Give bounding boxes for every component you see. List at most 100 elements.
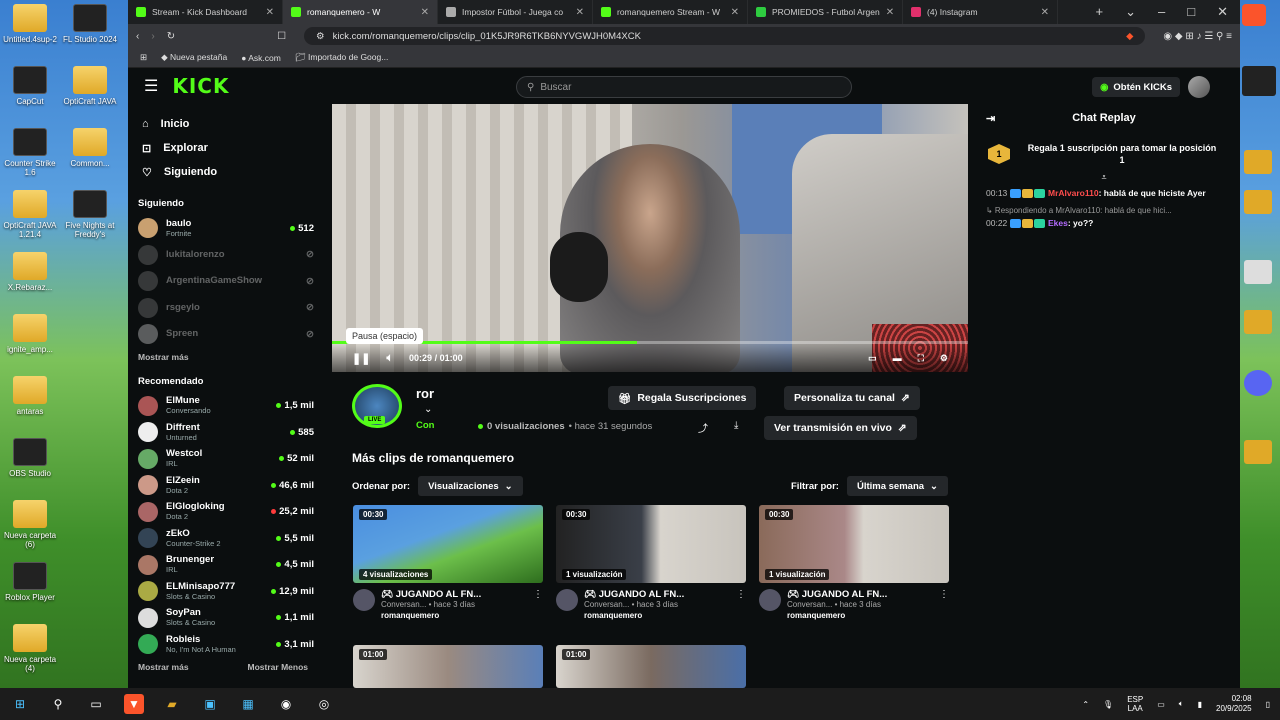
- clip-author[interactable]: romanquemero: [381, 610, 481, 621]
- clip-thumbnail[interactable]: 01:00: [353, 645, 543, 688]
- reload-icon[interactable]: ↻: [167, 31, 175, 42]
- channel-item[interactable]: ArgentinaGameShow ⊘: [138, 268, 314, 295]
- channel-item[interactable]: SoyPan Slots & Casino 1,1 mil: [138, 605, 314, 632]
- tab-search-icon[interactable]: ⌄: [1125, 4, 1136, 20]
- desktop-icon[interactable]: antaras: [0, 376, 60, 416]
- folder-icon[interactable]: [1244, 190, 1272, 214]
- filter-dropdown[interactable]: Última semana ⌄: [846, 476, 948, 496]
- site-info-icon[interactable]: ⚙: [316, 31, 325, 42]
- more-options-icon[interactable]: ⋮: [939, 589, 949, 621]
- folder-icon[interactable]: [1244, 310, 1272, 334]
- url-bar[interactable]: ⚙ kick.com/romanquemero/clips/clip_01K5J…: [304, 27, 1146, 45]
- desktop-icon[interactable]: Nueva carpeta (4): [0, 624, 60, 673]
- close-tab-icon[interactable]: ✕: [731, 7, 739, 18]
- clip-title[interactable]: 🎮︎ JUGANDO AL FN...: [381, 589, 481, 600]
- chrome-icon[interactable]: ◉: [276, 694, 296, 714]
- language-indicator[interactable]: ESP LAA: [1127, 695, 1143, 713]
- display-icon[interactable]: ▭: [1157, 700, 1165, 709]
- customize-channel-button[interactable]: Personaliza tu canal ⇗: [784, 386, 920, 410]
- show-more-button[interactable]: Mostrar más: [138, 662, 189, 672]
- discord-icon[interactable]: [1244, 370, 1272, 396]
- clip-card[interactable]: 01:00: [353, 645, 543, 688]
- desktop-icon[interactable]: Counter Strike 1.6: [0, 128, 60, 177]
- expand-icon[interactable]: ⩡: [976, 172, 1232, 183]
- channel-item[interactable]: zEkO Counter-Strike 2 5,5 mil: [138, 525, 314, 552]
- nav-siguiendo[interactable]: ♡ Siguiendo: [138, 160, 314, 184]
- pause-icon[interactable]: ❚❚: [352, 352, 370, 365]
- channel-name[interactable]: ror: [416, 386, 434, 401]
- pip-icon[interactable]: ▭: [868, 353, 877, 364]
- channel-item[interactable]: ELMinisapo777 Slots & Casino 12,9 mil: [138, 578, 314, 605]
- browser-tab[interactable]: romanquemero Stream - W ✕: [593, 0, 748, 24]
- desktop-icon[interactable]: FL Studio 2024: [60, 4, 120, 44]
- file-icon[interactable]: [1244, 260, 1272, 284]
- desktop-icon[interactable]: OptiCraft JAVA 1.21.4: [0, 190, 60, 239]
- desktop-icon[interactable]: ignite_amp...: [0, 314, 60, 354]
- download-icon[interactable]: ⤓: [734, 420, 738, 431]
- epic-games-icon[interactable]: [1242, 66, 1276, 96]
- close-tab-icon[interactable]: ✕: [421, 7, 429, 18]
- clip-author-avatar[interactable]: [759, 589, 781, 611]
- desktop-icon[interactable]: Five Nights at Freddy's: [60, 190, 120, 239]
- menu-icon[interactable]: ☰: [144, 76, 158, 96]
- browser-tab[interactable]: romanquemero - W ✕: [283, 0, 438, 24]
- share-icon[interactable]: ⤴: [698, 420, 708, 435]
- volume-icon[interactable]: 🔈︎: [386, 352, 393, 365]
- desktop-icon[interactable]: Roblox Player: [0, 562, 60, 602]
- brave-shield-icon[interactable]: ◆: [1126, 31, 1133, 42]
- gift-leaderboard[interactable]: 1 Regala 1 suscripción para tomar la pos…: [976, 132, 1232, 176]
- channel-item[interactable]: ElGlogloking Dota 2 25,2 mil: [138, 499, 314, 526]
- channel-item[interactable]: baulo Fortnite 512: [138, 215, 314, 242]
- user-avatar[interactable]: [1188, 76, 1210, 98]
- notification-icon[interactable]: ▯: [1266, 700, 1270, 709]
- desktop-icon[interactable]: OBS Studio: [0, 438, 60, 478]
- desktop-icon[interactable]: Common...: [60, 128, 120, 168]
- collapse-chat-icon[interactable]: ⇥: [986, 112, 995, 125]
- settings-icon[interactable]: ⚙: [940, 353, 948, 364]
- extensions-icon[interactable]: ◉ ◆ ⊞ ♪ ☰ ⚲ ≡: [1163, 31, 1232, 42]
- channel-item[interactable]: Robleis No, I'm Not A Human 3,1 mil: [138, 631, 314, 658]
- brave-taskbar-icon[interactable]: ▼: [124, 694, 144, 714]
- channel-item[interactable]: lukitalorenzo ⊘: [138, 242, 314, 269]
- desktop-icon[interactable]: OptiCraft JAVA: [60, 66, 120, 106]
- channel-item[interactable]: Brunenger IRL 4,5 mil: [138, 552, 314, 579]
- task-view-icon[interactable]: ▭: [86, 694, 106, 714]
- close-tab-icon[interactable]: ✕: [266, 7, 274, 18]
- watch-live-button[interactable]: Ver transmisión en vivo ⇗: [764, 416, 917, 440]
- forward-icon[interactable]: ›: [151, 31, 154, 42]
- clip-card[interactable]: 01:00: [556, 645, 746, 688]
- clip-card[interactable]: 00:30 1 visualización 🎮︎ JUGANDO AL FN... C…: [759, 505, 949, 621]
- channel-item[interactable]: Diffrent Unturned 585: [138, 419, 314, 446]
- close-tab-icon[interactable]: ✕: [576, 7, 584, 18]
- desktop-icon[interactable]: X.Rebaraz...: [0, 252, 60, 292]
- desktop-icon[interactable]: CapCut: [0, 66, 60, 106]
- browser-tab[interactable]: Stream - Kick Dashboard ✕: [128, 0, 283, 24]
- battery-icon[interactable]: ▮: [1198, 700, 1202, 709]
- clock[interactable]: 02:08 20/9/2025: [1216, 694, 1252, 714]
- calculator-icon[interactable]: ▦: [238, 694, 258, 714]
- channel-item[interactable]: Westcol IRL 52 mil: [138, 446, 314, 473]
- clip-thumbnail[interactable]: 01:00: [556, 645, 746, 688]
- browser-tab[interactable]: Impostor Fútbol - Juega co ✕: [438, 0, 593, 24]
- minimize-icon[interactable]: –: [1158, 4, 1165, 20]
- get-kicks-button[interactable]: ◉ Obtén KICKs: [1092, 77, 1180, 97]
- speaker-icon[interactable]: 🔈︎: [1179, 699, 1184, 709]
- fullscreen-icon[interactable]: ⛶: [918, 353, 924, 364]
- clip-author-avatar[interactable]: [556, 589, 578, 611]
- clip-title[interactable]: 🎮︎ JUGANDO AL FN...: [787, 589, 887, 600]
- search-icon[interactable]: ⚲: [48, 694, 68, 714]
- sort-dropdown[interactable]: Visualizaciones ⌄: [418, 476, 523, 496]
- clip-author-avatar[interactable]: [353, 589, 375, 611]
- browser-tab[interactable]: PROMIEDOS - Futbol Argen ✕: [748, 0, 903, 24]
- bookmark-item[interactable]: ◆ Nueva pestaña: [161, 52, 227, 63]
- channel-item[interactable]: rsgeylo ⊘: [138, 295, 314, 322]
- more-options-icon[interactable]: ⋮: [736, 589, 746, 621]
- chat-username[interactable]: MrAlvaro110: [1046, 188, 1099, 198]
- video-player[interactable]: Pausa (espacio) ❚❚ 🔈︎ 00:29 / 01:00 ▭ ▬ …: [332, 104, 968, 372]
- chevron-down-icon[interactable]: ⌄: [424, 404, 432, 415]
- clip-title[interactable]: 🎮︎ JUGANDO AL FN...: [584, 589, 684, 600]
- start-icon[interactable]: ⊞: [10, 694, 30, 714]
- tray-chevron-icon[interactable]: ⌃: [1082, 700, 1089, 709]
- clip-thumbnail[interactable]: 00:30 1 visualización: [556, 505, 746, 583]
- channel-item[interactable]: ElMune Conversando 1,5 mil: [138, 393, 314, 420]
